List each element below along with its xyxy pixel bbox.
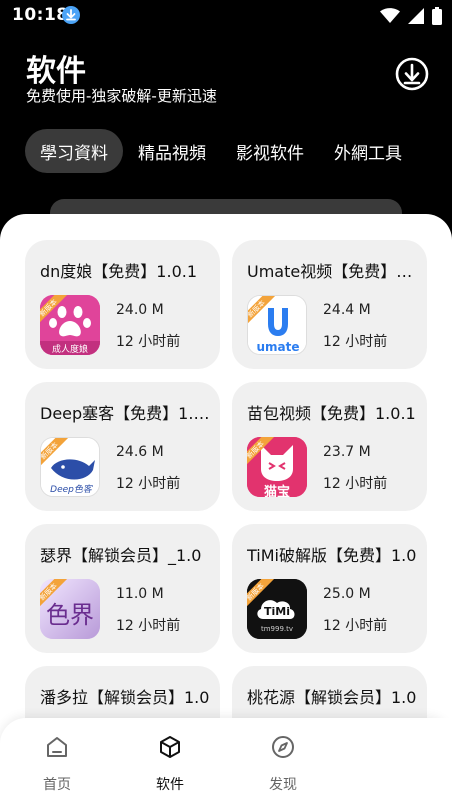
- app-updated-time: 12 小时前: [116, 476, 181, 492]
- app-title: 潘多拉【解锁会员】1.0: [40, 688, 210, 707]
- app-card[interactable]: Deep塞客【免费】1.0.1 Deep色客 新版本 24.6 M 12 小时前: [25, 382, 220, 511]
- app-card[interactable]: TiMi破解版【免费】1.0 TiMi tm999.tv 新版本 25.0 M …: [232, 524, 427, 653]
- cloud-icon: TiMi tm999.tv 新版本: [247, 579, 307, 639]
- tab-featured-videos[interactable]: 精品視頻: [123, 129, 221, 173]
- download-icon: [395, 57, 429, 91]
- nav-software-label: 软件: [156, 777, 184, 793]
- app-grid: dn度娘【免费】1.0.1 成人度娘 新版本 24.0 M 12 小时前 Uma…: [0, 214, 452, 804]
- status-icons: [380, 7, 442, 25]
- signal-icon: [408, 8, 424, 24]
- page-title: 软件: [26, 54, 86, 89]
- app-icon-text: 色界: [46, 601, 94, 629]
- download-button[interactable]: [394, 56, 430, 92]
- app-size: 11.0 M: [116, 586, 164, 602]
- status-time: 10:18: [12, 5, 69, 25]
- home-icon: [47, 737, 67, 757]
- app-updated-time: 12 小时前: [323, 618, 388, 634]
- app-title: 苗包视频【免费】1.0.1: [247, 404, 416, 423]
- nav-software[interactable]: 软件: [140, 734, 200, 794]
- app-size: 24.4 M: [323, 302, 371, 318]
- app-title: 桃花源【解锁会员】1.0: [247, 688, 417, 707]
- app-title: Deep塞客【免费】1.0.1: [40, 404, 210, 423]
- nav-home[interactable]: 首页: [27, 734, 87, 794]
- app-size: 24.6 M: [116, 444, 164, 460]
- app-size: 24.0 M: [116, 302, 164, 318]
- battery-icon: [432, 7, 442, 25]
- app-icon-subtext: tm999.tv: [260, 625, 294, 633]
- app-card[interactable]: 瑟界【解锁会员】_1.0 色界 新版本 11.0 M 12 小时前: [25, 524, 220, 653]
- page-subtitle: 免费使用-独家破解-更新迅速: [26, 87, 217, 105]
- app-updated-time: 12 小时前: [116, 618, 181, 634]
- app-size: 23.7 M: [323, 444, 371, 460]
- tab-video-apps[interactable]: 影视软件: [221, 129, 319, 173]
- app-updated-time: 12 小时前: [116, 334, 181, 350]
- wifi-icon: [380, 8, 400, 23]
- nav-fade-overlay: [300, 718, 452, 804]
- nav-home-label: 首页: [43, 777, 71, 793]
- paw-icon: 成人度娘 新版本: [40, 295, 100, 355]
- tab-study-materials[interactable]: 學习資料: [25, 129, 123, 173]
- status-bar: 10:18: [0, 0, 452, 32]
- app-title: dn度娘【免费】1.0.1: [40, 262, 198, 281]
- app-card[interactable]: dn度娘【免费】1.0.1 成人度娘 新版本 24.0 M 12 小时前: [25, 240, 220, 369]
- app-title: 瑟界【解锁会员】_1.0: [40, 546, 202, 565]
- app-icon-text: 猫宝: [263, 485, 290, 497]
- app-card[interactable]: 苗包视频【免费】1.0.1 猫宝 新版本 23.7 M 12 小时前: [232, 382, 427, 511]
- seal-icon: 色界 新版本: [40, 579, 100, 639]
- bottom-nav: 首页 软件 发现: [0, 718, 452, 804]
- app-icon-text: Deep色客: [50, 485, 92, 495]
- category-tabs: 學习資料 精品視頻 影视软件 外網工具: [25, 129, 417, 173]
- app-icon-text: umate: [256, 340, 300, 354]
- app-size: 25.0 M: [323, 586, 371, 602]
- app-title: TiMi破解版【免费】1.0: [247, 546, 417, 565]
- tab-network-tools[interactable]: 外網工具: [319, 129, 417, 173]
- cat-icon: 猫宝 新版本: [247, 437, 307, 497]
- download-notification-icon: [62, 6, 80, 24]
- app-title: Umate视频【免费】1.0.1: [247, 262, 417, 281]
- app-card[interactable]: Umate视频【免费】1.0.1 umate 新版本 24.4 M 12 小时前: [232, 240, 427, 369]
- app-icon-text: TiMi: [264, 605, 290, 618]
- app-icon-text: 成人度娘: [51, 345, 88, 355]
- cube-icon: [160, 736, 180, 758]
- umate-icon: umate 新版本: [247, 295, 307, 355]
- compass-icon: [272, 736, 294, 758]
- app-updated-time: 12 小时前: [323, 334, 388, 350]
- whale-icon: Deep色客 新版本: [40, 437, 100, 497]
- app-updated-time: 12 小时前: [323, 476, 388, 492]
